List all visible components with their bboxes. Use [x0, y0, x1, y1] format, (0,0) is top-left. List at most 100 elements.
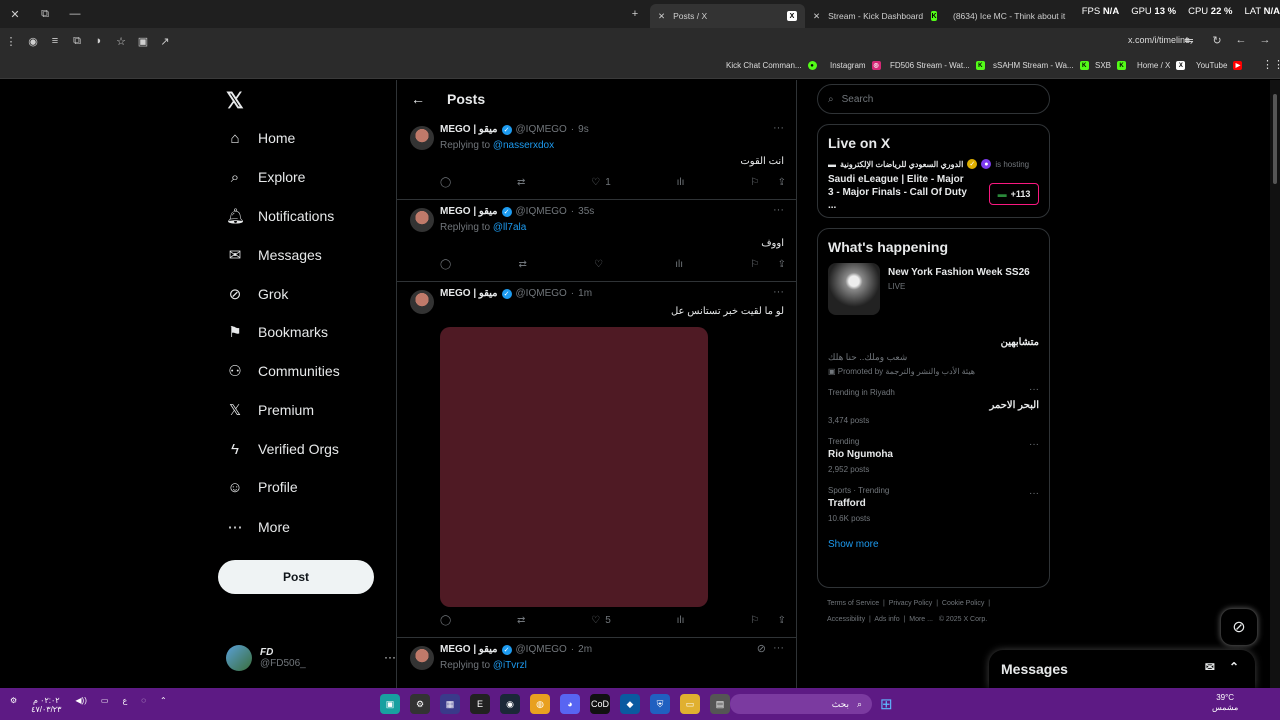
bookmark-kick-chat[interactable]: Kick Chat Comman... ● — [726, 61, 817, 70]
trend-item[interactable]: Trending Rio Ngumoha 2,952 posts ··· — [818, 431, 1049, 480]
bookmark-instagram[interactable]: Instagram ◎ — [830, 61, 881, 70]
weather-widget[interactable]: 39°C مشمس — [1212, 693, 1238, 713]
grok-icon[interactable]: ⊘ — [757, 642, 766, 655]
bookmark-icon[interactable]: ⚐ — [750, 177, 759, 188]
viewer-badge[interactable]: ▬ +113 — [989, 183, 1039, 205]
post-item[interactable]: MEGO | ميقو ✓ @IQMEGO · 35s ··· Replying… — [397, 200, 796, 282]
tab-posts-x[interactable]: ✕ Posts / X X — [650, 4, 805, 28]
views-icon[interactable]: ılı — [677, 615, 685, 626]
profile-icon[interactable]: ◉ — [22, 35, 44, 48]
post-time[interactable]: 9s — [578, 124, 589, 135]
reply-to-link[interactable]: @iTvrzl — [493, 660, 527, 671]
expand-icon[interactable]: ⌃ — [1229, 660, 1239, 674]
site-settings-icon[interactable]: ⇋ — [1178, 34, 1200, 47]
bookmarks-overflow-icon[interactable]: ⋮⋮ — [1262, 58, 1280, 71]
repost-icon[interactable]: ⇄ — [518, 259, 526, 270]
bookmark-ssahm[interactable]: sSAHM Stream - Wa... K — [993, 61, 1089, 70]
tab-ice-mc[interactable]: (8634) Ice MC - Think about it — [945, 4, 1075, 28]
scrollbar-thumb[interactable] — [1273, 94, 1277, 184]
nav-messages[interactable]: ✉ Messages — [226, 240, 322, 270]
footer-link[interactable]: Ads info — [874, 616, 899, 623]
post-item[interactable]: MEGO | ميقو ✓ @IQMEGO · 1m ··· لو ما لقي… — [397, 282, 796, 638]
close-window-icon[interactable]: ✕ — [0, 0, 30, 28]
author-handle[interactable]: @IQMEGO — [516, 644, 567, 655]
share-icon[interactable]: ⇪ — [778, 259, 786, 270]
app-icon[interactable]: ◆ — [620, 694, 640, 714]
menu-dots-icon[interactable]: ⋮ — [0, 35, 22, 48]
more-dots-icon[interactable]: ··· — [773, 642, 784, 654]
author-name[interactable]: MEGO | ميقو — [440, 206, 498, 217]
nav-home[interactable]: ⌂ Home — [226, 123, 295, 153]
show-more-link[interactable]: Show more — [818, 529, 1049, 556]
discord-icon[interactable]: ◕ — [560, 694, 580, 714]
chrome-icon[interactable]: ◍ — [530, 694, 550, 714]
x-logo-icon[interactable]: 𝕏 — [226, 88, 244, 114]
more-dots-icon[interactable]: ··· — [384, 650, 396, 664]
nav-verified-orgs[interactable]: ϟ Verified Orgs — [226, 434, 339, 464]
reply-icon[interactable]: ◯ — [440, 259, 451, 270]
tab-kick-dashboard[interactable]: ✕ Stream - Kick Dashboard K — [805, 4, 945, 28]
bookmark-icon[interactable]: ⚐ — [750, 259, 759, 270]
nav-profile[interactable]: ☺ Profile — [226, 472, 297, 502]
search-input[interactable]: ⌕ Search — [817, 84, 1050, 114]
minimize-window-icon[interactable]: — — [60, 0, 90, 28]
author-name[interactable]: MEGO | ميقو — [440, 124, 498, 135]
more-dots-icon[interactable]: ··· — [773, 286, 784, 298]
taskbar-search[interactable]: بحث ⌕ — [730, 694, 872, 714]
like-button[interactable]: ♡ — [594, 259, 608, 270]
avatar[interactable] — [410, 208, 434, 232]
nav-grok[interactable]: ⊘ Grok — [226, 279, 289, 309]
repost-icon[interactable]: ⇄ — [517, 177, 525, 188]
favorite-star-icon[interactable]: ☆ — [110, 35, 132, 48]
forward-icon[interactable]: → — [1254, 34, 1276, 46]
bookmark-icon[interactable]: ⚐ — [750, 615, 759, 626]
tab-close-icon[interactable]: ✕ — [813, 11, 820, 22]
bookmark-fd506[interactable]: FD506 Stream - Wat... K — [890, 61, 985, 70]
shield-icon[interactable]: ⛨ — [650, 694, 670, 714]
settings-app-icon[interactable]: ⚙ — [410, 694, 430, 714]
bookmark-home-x[interactable]: Home / XX — [1137, 61, 1186, 70]
author-name[interactable]: MEGO | ميقو — [440, 288, 498, 299]
call-of-duty-icon[interactable]: CoD — [590, 694, 610, 714]
avatar[interactable] — [410, 290, 434, 314]
footer-link[interactable]: Cookie Policy — [942, 600, 984, 607]
nav-notifications[interactable]: 🔔︎ Notifications — [226, 201, 334, 231]
post-time[interactable]: 2m — [578, 644, 592, 655]
author-handle[interactable]: @IQMEGO — [516, 124, 567, 135]
like-button[interactable]: ♡ 5 — [591, 615, 611, 626]
nav-premium[interactable]: 𝕏 Premium — [226, 395, 314, 425]
footer-link[interactable]: Terms of Service — [827, 600, 879, 607]
new-message-icon[interactable]: ✉ — [1205, 660, 1215, 674]
trend-item[interactable]: Trending in Riyadh البحر الاحمر 3,474 po… — [818, 382, 1049, 431]
back-icon[interactable]: ← — [1230, 34, 1252, 46]
share-icon[interactable]: ↗ — [154, 35, 176, 48]
more-dots-icon[interactable]: ··· — [773, 122, 784, 134]
messages-drawer[interactable]: Messages ✉ ⌃ — [989, 650, 1255, 688]
footer-link[interactable]: More ... — [909, 616, 933, 623]
more-dots-icon[interactable]: ··· — [1029, 439, 1039, 450]
app-icon[interactable]: ▤ — [710, 694, 730, 714]
post-item[interactable]: MEGO | ميقو ✓ @IQMEGO · 2m ⊘ ··· Replyin… — [397, 638, 796, 688]
post-time[interactable]: 35s — [578, 206, 594, 217]
avatar[interactable] — [410, 646, 434, 670]
reply-icon[interactable]: ◯ — [440, 615, 451, 626]
bookmark-youtube[interactable]: YouTube ▶ — [1196, 61, 1243, 70]
footer-link[interactable]: Accessibility — [827, 616, 865, 623]
volume-icon[interactable]: ◀)) — [75, 696, 86, 714]
steam-icon[interactable]: ◉ — [500, 694, 520, 714]
more-dots-icon[interactable]: ··· — [1029, 384, 1039, 395]
live-host[interactable]: ▬ الدوري السعودي للرياضات الإلكترونية ✓ … — [818, 159, 1049, 169]
store-app-icon[interactable]: ▦ — [440, 694, 460, 714]
promoted-trend[interactable]: متشابهين شعب وملك.. حنا هلك ▣ Promoted b… — [818, 325, 1049, 382]
views-icon[interactable]: ılı — [675, 259, 683, 270]
restore-window-icon[interactable]: ⧉ — [30, 0, 60, 28]
bookmark-sxb[interactable]: SXB K — [1095, 61, 1127, 70]
reply-to-link[interactable]: @ll7ala — [493, 222, 527, 233]
post-item[interactable]: MEGO | ميقو ✓ @IQMEGO · 9s ··· Replying … — [397, 118, 796, 200]
more-dots-icon[interactable]: ··· — [773, 204, 784, 216]
nav-bookmarks[interactable]: ⚑ Bookmarks — [226, 317, 328, 347]
account-switcher[interactable]: FD @FD506_ ··· — [226, 642, 396, 674]
repost-icon[interactable]: ⇄ — [517, 615, 525, 626]
share-icon[interactable]: ⇪ — [778, 177, 786, 188]
page-scrollbar[interactable] — [1270, 80, 1280, 688]
